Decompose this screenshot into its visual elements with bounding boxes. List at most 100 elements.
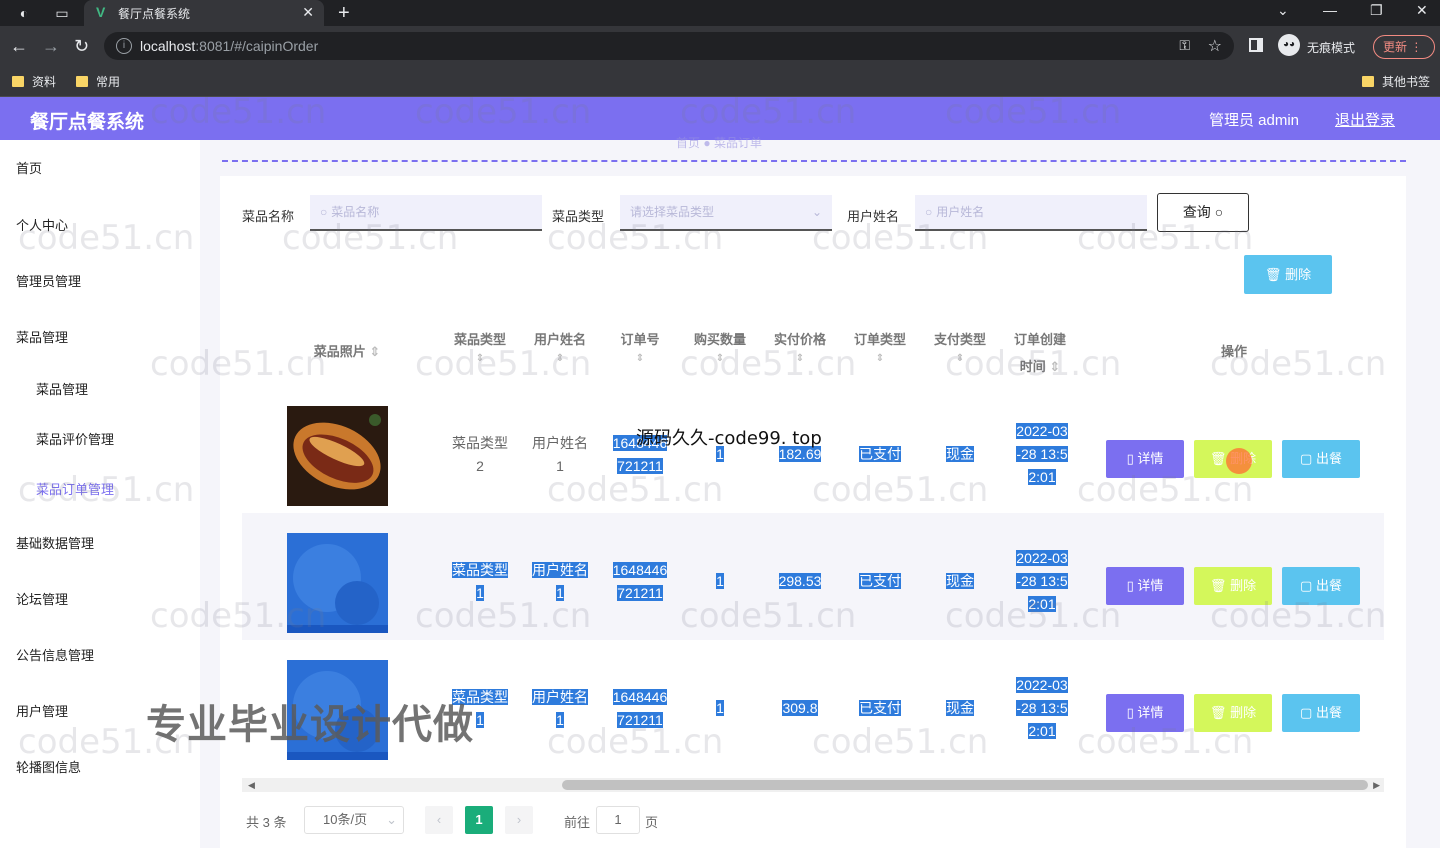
forward-icon[interactable]: → bbox=[42, 36, 60, 56]
scroll-left-icon[interactable]: ◀ bbox=[248, 778, 255, 792]
cell-order-type: 已支付 bbox=[859, 446, 901, 462]
address-bar[interactable]: i localhost:8081/#/caipinOrder ⚿ ☆ bbox=[104, 32, 1234, 60]
col-user[interactable]: 用户姓名 ⇕ bbox=[520, 326, 600, 365]
trash-icon: 🗑 bbox=[1209, 578, 1227, 593]
sidebar-item-admin[interactable]: 管理员管理 bbox=[16, 271, 81, 290]
sidebar-subitem-dish-review[interactable]: 菜品评价管理 bbox=[36, 429, 114, 448]
sidebar-item-forum[interactable]: 论坛管理 bbox=[16, 589, 68, 608]
sort-icon[interactable]: ⇕ bbox=[760, 353, 840, 365]
breadcrumb-current: 菜品订单 bbox=[713, 136, 762, 150]
browser-menu-icon[interactable]: ◐ bbox=[16, 5, 32, 21]
sidebar-item-home[interactable]: 首页 bbox=[16, 158, 42, 177]
col-pay-type[interactable]: 支付类型 ⇕ bbox=[920, 326, 1000, 365]
query-button[interactable]: 查询 ○ bbox=[1157, 193, 1249, 232]
delete-button[interactable]: 🗑 删除 bbox=[1194, 567, 1272, 605]
divider bbox=[222, 160, 1406, 162]
col-photo[interactable]: 菜品照片 ⇕ bbox=[292, 338, 402, 365]
minimize-icon[interactable]: — bbox=[1323, 2, 1337, 18]
vue-favicon-icon: V bbox=[96, 4, 106, 20]
search-icon: ○ bbox=[320, 205, 328, 219]
serve-button[interactable]: ▢ 出餐 bbox=[1282, 567, 1360, 605]
browser-toolbar: ← → ↻ i localhost:8081/#/caipinOrder ⚿ ☆… bbox=[0, 26, 1440, 66]
back-icon[interactable]: ← bbox=[10, 36, 28, 56]
dish-name-input[interactable]: ○ 菜品名称 bbox=[310, 195, 542, 231]
table-header: 菜品照片 ⇕ 菜品类型 ⇕ 用户姓名 ⇕ 订单号 ⇕ 购买数量 ⇕ 实付价格 ⇕ 订单类型… bbox=[242, 320, 1384, 384]
sidebar-item-users[interactable]: 用户管理 bbox=[16, 701, 68, 720]
food-photo[interactable] bbox=[287, 533, 388, 633]
batch-delete-button[interactable]: 🗑 删除 bbox=[1244, 255, 1332, 294]
sidebar-item-profile[interactable]: 个人中心 bbox=[16, 215, 68, 234]
close-tab-icon[interactable]: ✕ bbox=[302, 4, 314, 21]
breadcrumb-separator-icon: ● bbox=[703, 136, 714, 150]
info-icon[interactable]: i bbox=[116, 38, 132, 54]
document-icon: ▯ bbox=[1126, 705, 1134, 720]
sort-icon[interactable]: ⇕ bbox=[440, 353, 520, 365]
chevron-down-icon: ⌄ bbox=[386, 812, 397, 827]
sidebar-subitem-dish-manage[interactable]: 菜品管理 bbox=[36, 379, 88, 398]
sidebar-item-notice[interactable]: 公告信息管理 bbox=[16, 645, 94, 664]
trash-icon: 🗑 bbox=[1264, 267, 1282, 282]
scroll-right-icon[interactable]: ▶ bbox=[1373, 778, 1380, 792]
chevron-down-icon[interactable]: ⌄ bbox=[1277, 2, 1289, 19]
delete-button[interactable]: 🗑 删除 bbox=[1194, 694, 1272, 732]
col-created[interactable]: 订单创建 时间 ⇕ bbox=[1000, 326, 1080, 380]
tab-title: 餐厅点餐系统 bbox=[118, 7, 191, 21]
next-page-button[interactable]: › bbox=[505, 806, 533, 834]
cell-created: 2022-03 -28 13:5 2:01 bbox=[1016, 677, 1068, 739]
sort-icon[interactable]: ⇕ bbox=[680, 353, 760, 365]
new-tab-icon[interactable]: + bbox=[338, 2, 350, 25]
bookmark-folder[interactable]: 其他书签 bbox=[1362, 73, 1430, 90]
promo-overlay-text: 专业毕业设计代做 bbox=[146, 702, 474, 748]
sort-icon[interactable]: ⇕ bbox=[600, 353, 680, 365]
incognito-label: 无痕模式 bbox=[1307, 41, 1356, 55]
cell-order-type: 已支付 bbox=[859, 700, 901, 716]
goto-page-input[interactable]: 1 bbox=[596, 806, 640, 834]
cell-order-no: 1648446 721211 bbox=[612, 562, 668, 601]
sort-icon[interactable]: ⇕ bbox=[520, 353, 600, 365]
scroll-thumb[interactable] bbox=[562, 780, 1368, 790]
col-order-type[interactable]: 订单类型 ⇕ bbox=[840, 326, 920, 365]
bookmark-folder[interactable]: 常用 bbox=[76, 73, 120, 90]
col-type[interactable]: 菜品类型 ⇕ bbox=[440, 326, 520, 365]
book-icon: ▢ bbox=[1300, 705, 1313, 720]
breadcrumb-home[interactable]: 首页 bbox=[676, 136, 700, 150]
sidebar-subitem-dish-order[interactable]: 菜品订单管理 bbox=[36, 479, 114, 498]
side-panel-icon[interactable] bbox=[1249, 38, 1263, 52]
page-unit-label: 页 bbox=[645, 815, 659, 830]
detail-button[interactable]: ▯ 详情 bbox=[1106, 567, 1184, 605]
sidebar-item-carousel[interactable]: 轮播图信息 bbox=[16, 757, 81, 776]
book-icon: ▢ bbox=[1300, 578, 1313, 593]
sidebar-item-dishes[interactable]: 菜品管理 bbox=[16, 327, 68, 346]
serve-button[interactable]: ▢ 出餐 bbox=[1282, 694, 1360, 732]
key-icon[interactable]: ⚿ bbox=[1179, 37, 1190, 54]
prev-page-button[interactable]: ‹ bbox=[425, 806, 453, 834]
table-row: 菜品类型 1 用户姓名 1 1648446 721211 1 298.53 已支付 现… bbox=[242, 513, 1384, 640]
col-price[interactable]: 实付价格 ⇕ bbox=[760, 326, 840, 365]
page-button[interactable]: 1 bbox=[465, 806, 493, 834]
close-window-icon[interactable]: ✕ bbox=[1416, 2, 1428, 19]
sort-icon[interactable]: ⇕ bbox=[920, 353, 1000, 365]
logout-link[interactable]: 退出登录 bbox=[1335, 109, 1395, 130]
update-button[interactable]: 更新 ⋮ bbox=[1373, 35, 1435, 59]
star-icon[interactable]: ☆ bbox=[1208, 36, 1222, 56]
browser-tab[interactable]: V 餐厅点餐系统 ✕ bbox=[84, 0, 324, 26]
serve-button[interactable]: ▢ 出餐 bbox=[1282, 440, 1360, 478]
horizontal-scrollbar[interactable]: ◀ ▶ bbox=[242, 778, 1384, 792]
dish-type-select[interactable]: 请选择菜品类型 ⌄ bbox=[620, 195, 832, 231]
tab-search-icon[interactable]: ▭ bbox=[54, 5, 70, 21]
dish-name-label: 菜品名称 bbox=[242, 209, 295, 224]
reload-icon[interactable]: ↻ bbox=[74, 36, 89, 56]
sort-icon[interactable]: ⇕ bbox=[840, 353, 920, 365]
restore-icon[interactable]: ❐ bbox=[1370, 2, 1383, 19]
user-name-input[interactable]: ○ 用户姓名 bbox=[915, 195, 1147, 231]
col-qty[interactable]: 购买数量 ⇕ bbox=[680, 326, 760, 365]
detail-button[interactable]: ▯ 详情 bbox=[1106, 440, 1184, 478]
col-order-no[interactable]: 订单号 ⇕ bbox=[600, 326, 680, 365]
dish-type-label: 菜品类型 bbox=[552, 209, 605, 224]
cell-user: 用户姓名 1 bbox=[532, 562, 588, 601]
page-size-select[interactable]: 10条/页 ⌄ bbox=[304, 806, 404, 834]
bookmark-folder[interactable]: 资料 bbox=[12, 73, 56, 90]
detail-button[interactable]: ▯ 详情 bbox=[1106, 694, 1184, 732]
food-photo[interactable] bbox=[287, 406, 388, 506]
sidebar-item-base-data[interactable]: 基础数据管理 bbox=[16, 533, 94, 552]
